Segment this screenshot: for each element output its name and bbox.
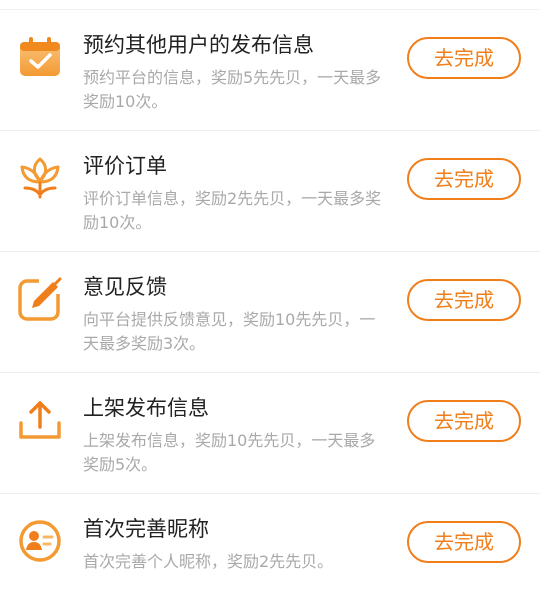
- task-item-reserve: 预约其他用户的发布信息 预约平台的信息，奖励5先先贝，一天最多奖励10次。 去完…: [0, 9, 540, 130]
- profile-card-icon: [17, 518, 63, 564]
- calendar-check-icon: [17, 34, 63, 80]
- task-title: 预约其他用户的发布信息: [83, 33, 314, 57]
- edit-pencil-icon: [17, 276, 63, 322]
- go-complete-button[interactable]: 去完成: [407, 400, 521, 442]
- task-desc: 预约平台的信息，奖励5先先贝，一天最多奖励10次。: [83, 68, 382, 111]
- task-title: 评价订单: [83, 154, 167, 178]
- task-item-nickname: 首次完善昵称 首次完善个人昵称，奖励2先先贝。 去完成: [0, 493, 540, 614]
- task-desc: 评价订单信息，奖励2先先贝，一天最多奖励10次。: [83, 189, 382, 232]
- go-complete-button[interactable]: 去完成: [407, 37, 521, 79]
- task-item-feedback: 意见反馈 向平台提供反馈意见，奖励10先先贝，一天最多奖励3次。 去完成: [0, 251, 540, 372]
- task-desc: 向平台提供反馈意见，奖励10先先贝，一天最多奖励3次。: [83, 310, 376, 353]
- flower-icon: [17, 155, 63, 201]
- task-title: 上架发布信息: [83, 396, 209, 420]
- go-complete-button[interactable]: 去完成: [407, 158, 521, 200]
- task-item-publish: 上架发布信息 上架发布信息，奖励10先先贝，一天最多奖励5次。 去完成: [0, 372, 540, 493]
- task-item-rate-order: 评价订单 评价订单信息，奖励2先先贝，一天最多奖励10次。 去完成: [0, 130, 540, 251]
- task-title: 首次完善昵称: [83, 517, 209, 541]
- task-title: 意见反馈: [83, 275, 167, 299]
- task-desc: 上架发布信息，奖励10先先贝，一天最多奖励5次。: [83, 431, 376, 474]
- task-desc: 首次完善个人昵称，奖励2先先贝。: [83, 552, 334, 571]
- go-complete-button[interactable]: 去完成: [407, 521, 521, 563]
- upload-icon: [17, 397, 63, 443]
- go-complete-button[interactable]: 去完成: [407, 279, 521, 321]
- task-list: 预约其他用户的发布信息 预约平台的信息，奖励5先先贝，一天最多奖励10次。 去完…: [0, 9, 540, 614]
